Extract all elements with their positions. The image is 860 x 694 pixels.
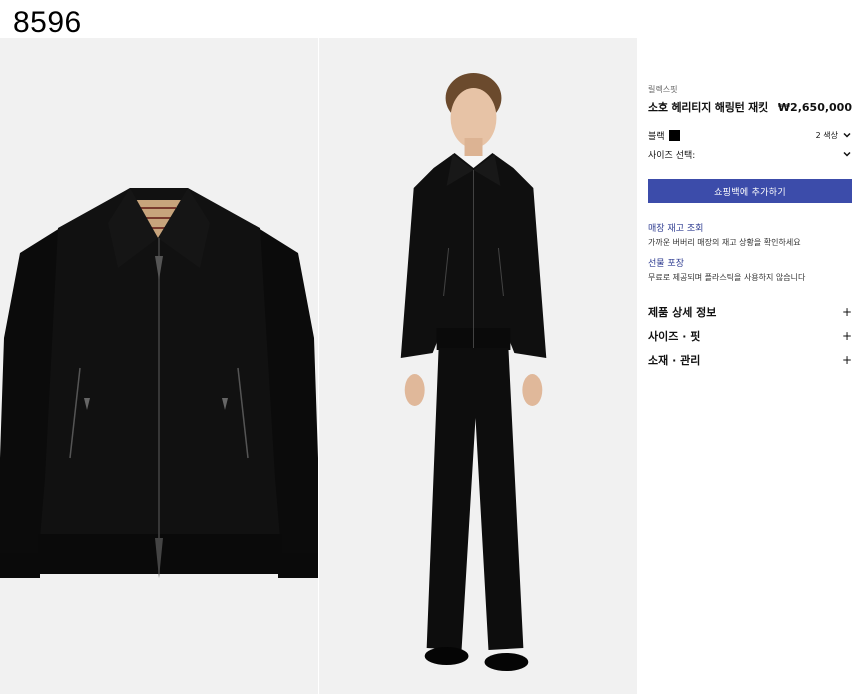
add-to-bag-button[interactable]: 쇼핑백에 추가하기 bbox=[648, 179, 852, 203]
title-row: 소호 헤리티지 해링턴 재킷 ₩2,650,000 bbox=[648, 99, 852, 115]
accordion-product-details[interactable]: 제품 상세 정보 + bbox=[648, 305, 852, 319]
accordion-label: 제품 상세 정보 bbox=[648, 306, 717, 319]
color-variants[interactable]: 2 색상 bbox=[816, 130, 852, 141]
selected-color: 블랙 bbox=[648, 129, 680, 142]
chevron-down-icon bbox=[843, 151, 851, 157]
color-selector[interactable]: 블랙 2 색상 bbox=[648, 129, 852, 142]
accordion-label: 소재 · 관리 bbox=[648, 354, 701, 367]
jacket-illustration bbox=[0, 188, 318, 578]
gift-wrap-link[interactable]: 선물 포장 bbox=[648, 256, 852, 269]
color-swatch[interactable] bbox=[668, 129, 680, 141]
plus-icon: + bbox=[842, 353, 853, 367]
accordion-material-care[interactable]: 소재 · 관리 + bbox=[648, 353, 852, 367]
product-image-jacket[interactable] bbox=[0, 38, 318, 694]
size-label: 사이즈 선택: bbox=[648, 150, 696, 161]
product-image-model[interactable] bbox=[318, 38, 637, 694]
product-info-panel: 릴렉스핏 소호 헤리티지 해링턴 재킷 ₩2,650,000 블랙 2 색상 사… bbox=[648, 80, 852, 367]
chevron-down-icon bbox=[843, 132, 851, 138]
store-stock-desc: 가까운 버버리 매장의 재고 상황을 확인하세요 bbox=[648, 238, 801, 247]
product-gallery bbox=[0, 38, 637, 694]
plus-icon: + bbox=[842, 305, 853, 319]
store-stock-link[interactable]: 매장 재고 조회 bbox=[648, 221, 852, 234]
size-selector[interactable]: 사이즈 선택: bbox=[648, 147, 852, 161]
accordion-label: 사이즈 · 핏 bbox=[648, 330, 701, 343]
watermark-code: 8596 bbox=[13, 6, 82, 39]
plus-icon: + bbox=[842, 329, 853, 343]
color-label: 블랙 bbox=[648, 131, 665, 142]
variants-count: 2 색상 bbox=[815, 130, 838, 140]
product-price: ₩2,650,000 bbox=[777, 101, 852, 114]
product-title: 소호 헤리티지 해링턴 재킷 bbox=[648, 101, 769, 114]
product-category: 릴렉스핏 bbox=[648, 85, 678, 94]
gift-wrap-desc: 무료로 제공되며 플라스틱을 사용하지 않습니다 bbox=[648, 273, 806, 282]
model-illustration bbox=[400, 73, 547, 671]
accordion-size-fit[interactable]: 사이즈 · 핏 + bbox=[648, 329, 852, 343]
